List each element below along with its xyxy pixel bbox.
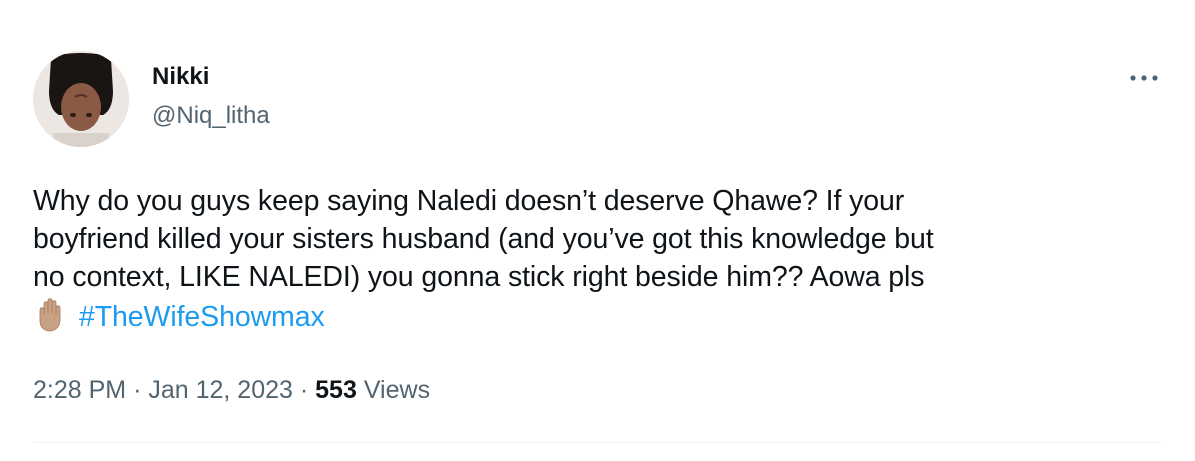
tweet-date[interactable]: Jan 12, 2023 [148, 376, 293, 404]
author-handle[interactable]: @Niq_litha [152, 101, 270, 131]
avatar[interactable] [33, 51, 129, 147]
author-display-name[interactable]: Nikki [152, 62, 209, 92]
meta-separator: · [133, 376, 142, 404]
more-horizontal-icon [1130, 75, 1158, 81]
raised-hand-emoji-icon [39, 298, 61, 332]
hashtag-link[interactable]: #TheWifeShowmax [79, 301, 325, 333]
divider [33, 442, 1163, 443]
views-count[interactable]: 553 [315, 376, 357, 404]
profile-photo-icon [33, 51, 129, 147]
meta-separator: · [299, 376, 309, 404]
tweet-text-line: boyfriend killed your sisters husband (a… [33, 223, 934, 255]
tweet-time[interactable]: 2:28 PM [33, 376, 126, 404]
more-options-button[interactable] [1124, 66, 1164, 90]
views-label[interactable]: Views [364, 376, 430, 404]
tweet-text-line: Why do you guys keep saying Naledi doesn… [33, 185, 905, 217]
tweet-card: Nikki @Niq_litha Why do you guys keep sa… [0, 0, 1195, 461]
tweet-text: Why do you guys keep saying Naledi doesn… [33, 182, 1168, 336]
tweet-text-line-last: #TheWifeShowmax [33, 296, 1168, 336]
tweet-meta: 2:28 PM · Jan 12, 2023 · 553 Views [33, 373, 430, 407]
tweet-text-line: no context, LIKE NALEDI) you gonna stick… [33, 261, 925, 293]
